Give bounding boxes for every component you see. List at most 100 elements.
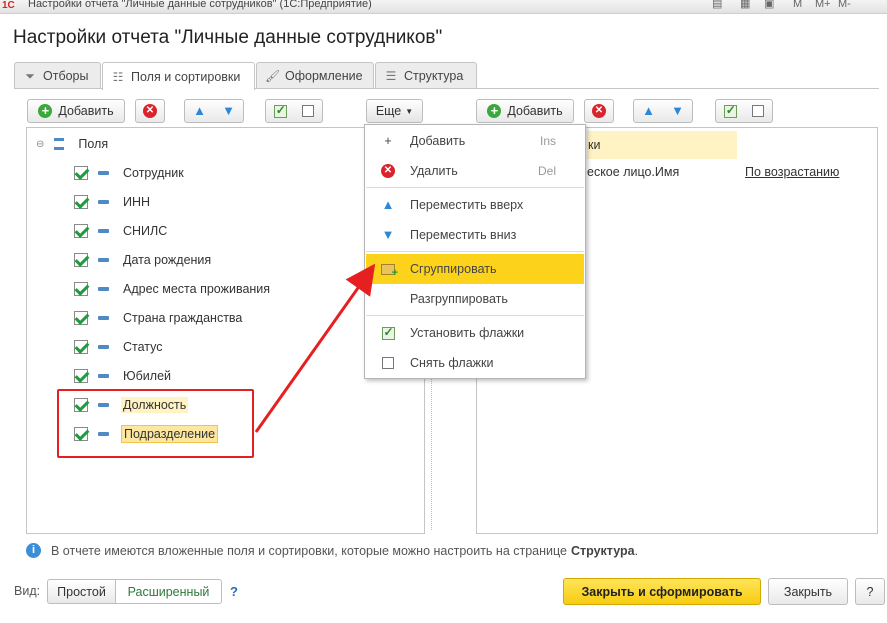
field-icon <box>98 287 109 291</box>
menu-item-uncheck-all[interactable]: Снять флажки <box>366 348 584 378</box>
menu-shortcut: Ins <box>539 134 556 148</box>
tab-structure[interactable]: ☰ Структура <box>375 62 477 89</box>
view-simple-button[interactable]: Простой <box>47 579 116 604</box>
left-move-buttons[interactable]: ▲ ▼ <box>184 99 244 123</box>
uncheck-all-icon[interactable] <box>302 105 315 117</box>
menu-item-label: Переместить вниз <box>410 228 517 242</box>
tab-appearance[interactable]: 🖌 Оформление <box>256 62 374 89</box>
arrow-up-icon[interactable]: ▲ <box>193 104 206 118</box>
tree-item-citizenship[interactable]: Страна гражданства <box>74 307 244 329</box>
menu-item-move-up[interactable]: ▲ Переместить вверх <box>366 190 584 220</box>
right-add-button[interactable]: + Добавить <box>476 99 574 123</box>
more-help-label: ? <box>866 584 874 599</box>
brush-icon: 🖌 <box>265 69 281 83</box>
info-text: В отчете имеются вложенные поля и сортир… <box>51 543 567 558</box>
right-move-buttons[interactable]: ▲ ▼ <box>633 99 693 123</box>
tree-item-jubilee[interactable]: Юбилей <box>74 365 173 387</box>
arrow-down-icon[interactable]: ▼ <box>222 104 235 118</box>
tree-item-birthdate[interactable]: Дата рождения <box>74 249 213 271</box>
delete-icon: ✕ <box>381 164 395 178</box>
uncheck-all-icon[interactable] <box>752 105 765 117</box>
menu-item-group[interactable]: + Сгруппировать <box>366 254 584 284</box>
calendar-icon[interactable]: ▣ <box>764 0 774 10</box>
tab-filters[interactable]: ⏷ Отборы <box>14 62 101 89</box>
left-check-buttons[interactable] <box>265 99 323 123</box>
menu-item-label: Снять флажки <box>410 356 494 370</box>
menu-item-label: Добавить <box>410 134 466 148</box>
tree-item-label: Сотрудник <box>123 166 184 180</box>
menu-item-label: Установить флажки <box>410 326 525 340</box>
close-and-generate-button[interactable]: Закрыть и сформировать <box>563 578 761 605</box>
collapse-icon[interactable]: ⊖ <box>36 139 44 150</box>
field-icon <box>98 345 109 349</box>
tree-item-status[interactable]: Статус <box>74 336 165 358</box>
delete-icon: ✕ <box>143 104 157 118</box>
right-add-label: Добавить <box>507 104 563 118</box>
more-help-button[interactable]: ? <box>855 578 885 605</box>
app-logo: 1С <box>2 0 15 11</box>
tree-root[interactable]: ⊖ Поля <box>36 133 110 155</box>
checkbox[interactable] <box>74 369 88 383</box>
view-extended-button[interactable]: Расширенный <box>115 579 222 604</box>
page-title: Настройки отчета "Личные данные сотрудни… <box>13 27 443 48</box>
menu-item-move-down[interactable]: ▼ Переместить вниз <box>366 220 584 250</box>
left-delete-button[interactable]: ✕ <box>135 99 165 123</box>
checkbox[interactable] <box>74 253 88 267</box>
more-button[interactable]: Еще ▼ <box>366 99 423 123</box>
sorting-field-cell[interactable]: еское лицо.Имя <box>587 165 679 179</box>
plus-icon: + <box>487 104 502 118</box>
memory-minus-button[interactable]: M- <box>838 0 851 10</box>
field-icon <box>98 229 109 233</box>
right-delete-button[interactable]: ✕ <box>584 99 614 123</box>
checkbox[interactable] <box>74 311 88 325</box>
calculator-icon[interactable]: ▦ <box>740 0 750 10</box>
checkbox[interactable] <box>74 166 88 180</box>
right-check-buttons[interactable] <box>715 99 773 123</box>
delete-icon: ✕ <box>592 104 606 118</box>
arrow-down-icon[interactable]: ▼ <box>671 104 684 118</box>
tree-item-snils[interactable]: СНИЛС <box>74 220 169 242</box>
window-titlebar: 1С Настройки отчета "Личные данные сотру… <box>0 0 887 14</box>
menu-item-check-all[interactable]: Установить флажки <box>366 318 584 348</box>
tab-label: Отборы <box>43 69 89 83</box>
check-all-icon[interactable] <box>273 103 287 118</box>
menu-item-ungroup[interactable]: Разгруппировать <box>366 284 584 314</box>
memory-plus-button[interactable]: M+ <box>815 0 831 10</box>
menu-item-label: Сгруппировать <box>410 262 497 276</box>
field-icon <box>98 316 109 320</box>
sorting-header-cell[interactable]: ки <box>587 131 737 159</box>
tree-item-inn[interactable]: ИНН <box>74 191 152 213</box>
filter-icon: ⏷ <box>25 68 35 83</box>
check-all-icon[interactable] <box>723 103 737 118</box>
menu-item-delete[interactable]: ✕ Удалить Del <box>366 156 584 186</box>
close-button[interactable]: Закрыть <box>768 578 848 605</box>
tree-root-label: Поля <box>78 137 109 151</box>
menu-separator <box>366 315 584 316</box>
window-title: Настройки отчета "Личные данные сотрудни… <box>28 0 372 10</box>
left-add-label: Добавить <box>58 104 114 118</box>
arrow-up-icon[interactable]: ▲ <box>642 104 655 118</box>
view-extended-label: Расширенный <box>127 584 210 599</box>
left-add-button[interactable]: + Добавить <box>27 99 125 123</box>
tree-item-address[interactable]: Адрес места проживания <box>74 278 272 300</box>
fields-icon: ☷ <box>112 69 124 84</box>
tab-fields-sorting[interactable]: ☷ Поля и сортировки <box>102 62 255 90</box>
checkbox[interactable] <box>74 195 88 209</box>
check-all-icon <box>381 325 395 340</box>
checkbox[interactable] <box>74 340 88 354</box>
arrow-up-icon: ▲ <box>381 197 395 212</box>
field-icon <box>98 200 109 204</box>
arrow-down-icon: ▼ <box>381 227 395 242</box>
sort-direction-link[interactable]: По возрастанию <box>745 165 839 179</box>
structure-link[interactable]: Структура <box>571 544 635 558</box>
tree-item-employee[interactable]: Сотрудник <box>74 162 186 184</box>
history-icon[interactable]: ▤ <box>712 0 722 10</box>
checkbox[interactable] <box>74 282 88 296</box>
memory-m-button[interactable]: M <box>793 0 802 10</box>
menu-item-label: Удалить <box>410 164 458 178</box>
help-link[interactable]: ? <box>230 584 238 599</box>
fields-group-icon <box>54 138 65 150</box>
tree-item-label: СНИЛС <box>123 224 168 238</box>
checkbox[interactable] <box>74 224 88 238</box>
menu-item-add[interactable]: + Добавить Ins <box>366 126 584 156</box>
